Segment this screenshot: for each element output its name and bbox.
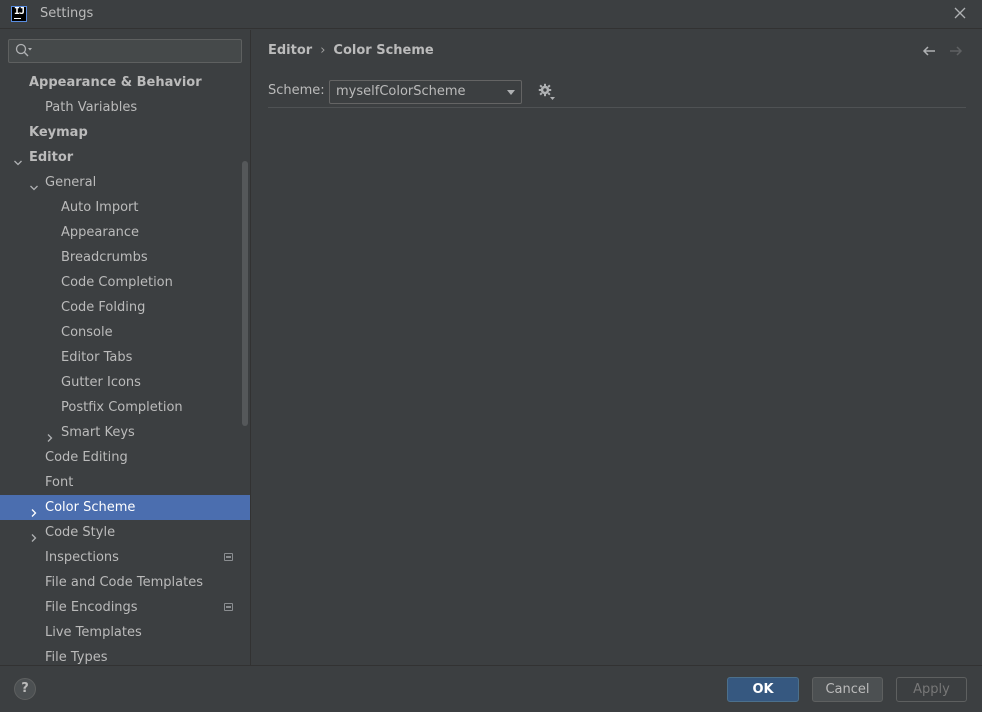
tree-item-label: Live Templates xyxy=(45,625,142,640)
tree-item-label: Auto Import xyxy=(61,200,139,215)
tree-item-label: Editor Tabs xyxy=(61,350,133,365)
search-icon xyxy=(15,43,33,63)
tree-item-label: Smart Keys xyxy=(61,425,135,440)
close-icon[interactable] xyxy=(952,5,968,21)
chevron-right-icon[interactable] xyxy=(45,427,55,442)
tree-item-label: File Encodings xyxy=(45,600,138,615)
tree-item-appearance-and-behavior[interactable]: Appearance & Behavior xyxy=(0,70,250,95)
apply-button[interactable]: Apply xyxy=(896,677,967,702)
title-bar: IJ Settings xyxy=(0,0,982,29)
tree-item-label: Appearance & Behavior xyxy=(29,75,202,90)
help-icon[interactable]: ? xyxy=(14,678,36,700)
tree-item-postfix-completion[interactable]: Postfix Completion xyxy=(0,395,250,420)
tree-item-smart-keys[interactable]: Smart Keys xyxy=(0,420,250,445)
tree-item-label: Breadcrumbs xyxy=(61,250,148,265)
tree-item-label: Appearance xyxy=(61,225,140,240)
tree-item-label: Editor xyxy=(29,150,74,165)
tree-item-console[interactable]: Console xyxy=(0,320,250,345)
gear-icon[interactable] xyxy=(538,83,556,101)
tree-item-file-and-code-templates[interactable]: File and Code Templates xyxy=(0,570,250,595)
chevron-down-icon[interactable] xyxy=(29,177,39,191)
scheme-dropdown-value: myselfColorScheme xyxy=(336,84,466,99)
breadcrumb-separator: › xyxy=(320,43,326,58)
search-input[interactable] xyxy=(35,42,235,60)
tree-item-breadcrumbs[interactable]: Breadcrumbs xyxy=(0,245,250,270)
tree-item-appearance[interactable]: Appearance xyxy=(0,220,250,245)
tree-item-label: Postfix Completion xyxy=(61,400,183,415)
breadcrumb: Editor › Color Scheme xyxy=(268,43,434,58)
tree-item-file-types[interactable]: File Types xyxy=(0,645,250,665)
settings-sidebar: Appearance & Behavior Path Variables Keyma… xyxy=(0,30,250,665)
chevron-right-icon[interactable] xyxy=(29,527,39,542)
tree-item-label: Console xyxy=(61,325,113,340)
tree-item-editor-tabs[interactable]: Editor Tabs xyxy=(0,345,250,370)
tree-item-code-style[interactable]: Code Style xyxy=(0,520,250,545)
chevron-down-icon[interactable] xyxy=(13,152,23,166)
tree-item-code-folding[interactable]: Code Folding xyxy=(0,295,250,320)
tree-item-inspections[interactable]: Inspections xyxy=(0,545,250,570)
tree-item-path-variables[interactable]: Path Variables xyxy=(0,95,250,120)
tree-item-keymap[interactable]: Keymap xyxy=(0,120,250,145)
tree-item-label: Color Scheme xyxy=(45,500,136,515)
tree-item-editor[interactable]: Editor xyxy=(0,145,250,170)
arrow-left-icon[interactable] xyxy=(921,43,937,59)
tree-item-file-encodings[interactable]: File Encodings xyxy=(0,595,250,620)
tree-item-label: Keymap xyxy=(29,125,88,140)
window-title: Settings xyxy=(40,6,94,21)
sidebar-scrollbar[interactable] xyxy=(242,161,248,426)
intellij-logo-icon: IJ xyxy=(11,6,27,22)
tree-item-label: Code Completion xyxy=(61,275,173,290)
tree-item-code-completion[interactable]: Code Completion xyxy=(0,270,250,295)
tree-item-label: Gutter Icons xyxy=(61,375,141,390)
tree-item-label: File and Code Templates xyxy=(45,575,203,590)
scheme-label: Scheme: xyxy=(268,83,325,98)
tree-item-label: Font xyxy=(45,475,74,490)
tree-item-gutter-icons[interactable]: Gutter Icons xyxy=(0,370,250,395)
tree-item-label: General xyxy=(45,175,97,190)
breadcrumb-parent[interactable]: Editor xyxy=(268,43,312,58)
settings-content: Editor › Color Scheme Scheme: myselfColorS… xyxy=(250,30,982,665)
chevron-right-icon[interactable] xyxy=(29,502,39,517)
tree-item-live-templates[interactable]: Live Templates xyxy=(0,620,250,645)
chevron-down-icon xyxy=(507,90,515,95)
ok-button[interactable]: OK xyxy=(727,677,799,702)
tree-item-label: File Types xyxy=(45,650,108,665)
bottom-bar: ? OK Cancel Apply xyxy=(0,665,982,712)
tree-item-label: Code Folding xyxy=(61,300,146,315)
tree-item-font[interactable]: Font xyxy=(0,470,250,495)
content-divider xyxy=(268,107,966,108)
tree-item-label: Code Style xyxy=(45,525,116,540)
breadcrumb-current: Color Scheme xyxy=(333,43,434,58)
tree-item-label: Inspections xyxy=(45,550,119,565)
tree-item-label: Code Editing xyxy=(45,450,128,465)
tree-item-label: Path Variables xyxy=(45,100,138,115)
tree-item-code-editing[interactable]: Code Editing xyxy=(0,445,250,470)
tree-item-general[interactable]: General xyxy=(0,170,250,195)
search-box[interactable] xyxy=(8,39,242,63)
tree-item-color-scheme[interactable]: Color Scheme xyxy=(0,495,250,520)
project-level-icon xyxy=(224,603,233,611)
cancel-button[interactable]: Cancel xyxy=(812,677,883,702)
tree-item-auto-import[interactable]: Auto Import xyxy=(0,195,250,220)
arrow-right-icon[interactable] xyxy=(948,43,964,59)
scheme-dropdown[interactable]: myselfColorScheme xyxy=(329,80,522,104)
project-level-icon xyxy=(224,553,233,561)
